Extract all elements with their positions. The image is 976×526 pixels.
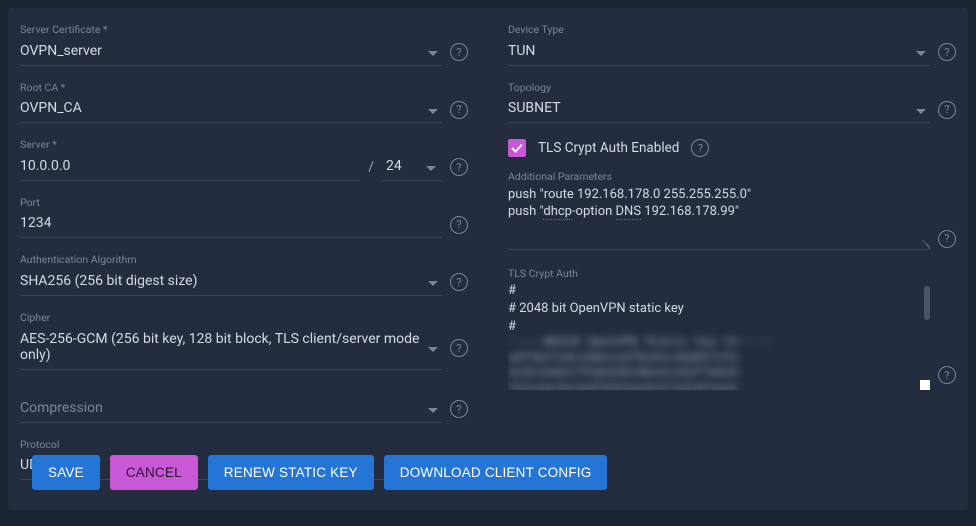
- device-type-field: Device Type TUN ?: [508, 24, 956, 66]
- root-ca-select[interactable]: OVPN_CA: [20, 96, 442, 123]
- help-icon[interactable]: ?: [450, 216, 468, 234]
- cancel-button[interactable]: CANCEL: [110, 455, 198, 490]
- right-column: Device Type TUN ? Topology SUBNET: [508, 24, 956, 496]
- topology-select[interactable]: SUBNET: [508, 96, 930, 123]
- help-icon[interactable]: ?: [450, 101, 468, 119]
- tls-crypt-enabled-row: TLS Crypt Auth Enabled ?: [508, 139, 956, 157]
- chevron-down-icon: [424, 272, 442, 291]
- renew-static-key-button[interactable]: RENEW STATIC KEY: [208, 455, 374, 490]
- form-columns: Server Certificate * OVPN_server ? Root …: [20, 24, 956, 496]
- cidr-slash: /: [368, 159, 374, 181]
- help-icon[interactable]: ?: [938, 230, 956, 248]
- scrollbar-thumb[interactable]: [924, 286, 930, 320]
- topology-value: SUBNET: [508, 96, 912, 122]
- help-icon[interactable]: ?: [938, 101, 956, 119]
- port-label: Port: [20, 197, 468, 210]
- help-icon[interactable]: ?: [450, 158, 468, 176]
- root-ca-field: Root CA * OVPN_CA ?: [20, 82, 468, 124]
- device-type-value: TUN: [508, 39, 912, 65]
- help-icon[interactable]: ?: [938, 43, 956, 61]
- chevron-down-icon: [912, 42, 930, 61]
- chevron-down-icon: [424, 399, 442, 418]
- auth-algorithm-label: Authentication Algorithm: [20, 254, 468, 267]
- tls-crypt-auth-field: TLS Crypt Auth # # 2048 bit OpenVPN stat…: [508, 268, 956, 391]
- additional-params-textarea[interactable]: push "route 192.168.178.0 255.255.255.0"…: [508, 186, 930, 250]
- cipher-select[interactable]: AES-256-GCM (256 bit key, 128 bit block,…: [20, 327, 442, 370]
- server-certificate-label: Server Certificate *: [20, 24, 468, 37]
- help-icon[interactable]: ?: [450, 273, 468, 291]
- help-icon[interactable]: ?: [938, 366, 956, 384]
- tls-crypt-auth-label: TLS Crypt Auth: [508, 268, 956, 281]
- tls-crypt-enabled-label: TLS Crypt Auth Enabled: [538, 140, 679, 156]
- topology-label: Topology: [508, 82, 956, 95]
- auth-algorithm-select[interactable]: SHA256 (256 bit digest size): [20, 269, 442, 296]
- server-certificate-select[interactable]: OVPN_server: [20, 39, 442, 66]
- chevron-down-icon: [424, 42, 442, 61]
- server-prefix-select[interactable]: 24: [382, 154, 442, 181]
- compression-field: Compression ?: [20, 396, 468, 423]
- server-certificate-value: OVPN_server: [20, 39, 424, 65]
- action-buttons: SAVE CANCEL RENEW STATIC KEY DOWNLOAD CL…: [32, 455, 607, 490]
- chevron-down-icon: [912, 100, 930, 119]
- server-field: Server * 10.0.0.0 / 24: [20, 139, 468, 181]
- port-input[interactable]: 1234: [20, 211, 442, 238]
- root-ca-value: OVPN_CA: [20, 96, 424, 122]
- auth-algorithm-value: SHA256 (256 bit digest size): [20, 269, 424, 295]
- redacted-key-block: -----BEGIN OpenVPN Static key V1----- a9…: [508, 335, 930, 390]
- chevron-down-icon: [424, 338, 442, 357]
- server-ip-value: 10.0.0.0: [20, 154, 360, 180]
- port-value: 1234: [20, 211, 442, 237]
- compression-placeholder: Compression: [20, 396, 424, 422]
- compression-select[interactable]: Compression: [20, 396, 442, 423]
- server-ip-input[interactable]: 10.0.0.0: [20, 154, 360, 181]
- help-icon[interactable]: ?: [450, 43, 468, 61]
- cipher-value: AES-256-GCM (256 bit key, 128 bit block,…: [20, 327, 424, 369]
- root-ca-label: Root CA *: [20, 82, 468, 95]
- chevron-down-icon: [422, 157, 440, 176]
- cipher-label: Cipher: [20, 312, 468, 325]
- help-icon[interactable]: ?: [450, 400, 468, 418]
- help-icon[interactable]: ?: [450, 339, 468, 357]
- server-prefix-value: 24: [382, 154, 422, 180]
- device-type-select[interactable]: TUN: [508, 39, 930, 66]
- resize-handle-icon[interactable]: [920, 380, 930, 390]
- settings-panel: Server Certificate * OVPN_server ? Root …: [8, 8, 968, 510]
- tls-crypt-enabled-checkbox[interactable]: [508, 139, 526, 157]
- download-client-config-button[interactable]: DOWNLOAD CLIENT CONFIG: [384, 455, 608, 490]
- additional-params-value: push "route 192.168.178.0 255.255.255.0"…: [508, 186, 930, 249]
- port-field: Port 1234 ?: [20, 197, 468, 239]
- cipher-field: Cipher AES-256-GCM (256 bit key, 128 bit…: [20, 312, 468, 370]
- additional-params-label: Additional Parameters: [508, 171, 956, 184]
- auth-algorithm-field: Authentication Algorithm SHA256 (256 bit…: [20, 254, 468, 296]
- help-icon[interactable]: ?: [691, 139, 709, 157]
- additional-params-field: Additional Parameters push "route 192.16…: [508, 171, 956, 250]
- protocol-label: Protocol: [20, 439, 468, 452]
- tls-crypt-auth-value: # # 2048 bit OpenVPN static key # -----B…: [508, 282, 930, 390]
- save-button[interactable]: SAVE: [32, 455, 100, 490]
- tls-crypt-auth-textarea[interactable]: # # 2048 bit OpenVPN static key # -----B…: [508, 282, 930, 390]
- resize-handle-icon[interactable]: [920, 237, 930, 247]
- topology-field: Topology SUBNET ?: [508, 82, 956, 124]
- left-column: Server Certificate * OVPN_server ? Root …: [20, 24, 468, 496]
- check-icon: [510, 141, 524, 155]
- server-certificate-field: Server Certificate * OVPN_server ?: [20, 24, 468, 66]
- chevron-down-icon: [424, 100, 442, 119]
- device-type-label: Device Type: [508, 24, 956, 37]
- server-label: Server *: [20, 139, 468, 152]
